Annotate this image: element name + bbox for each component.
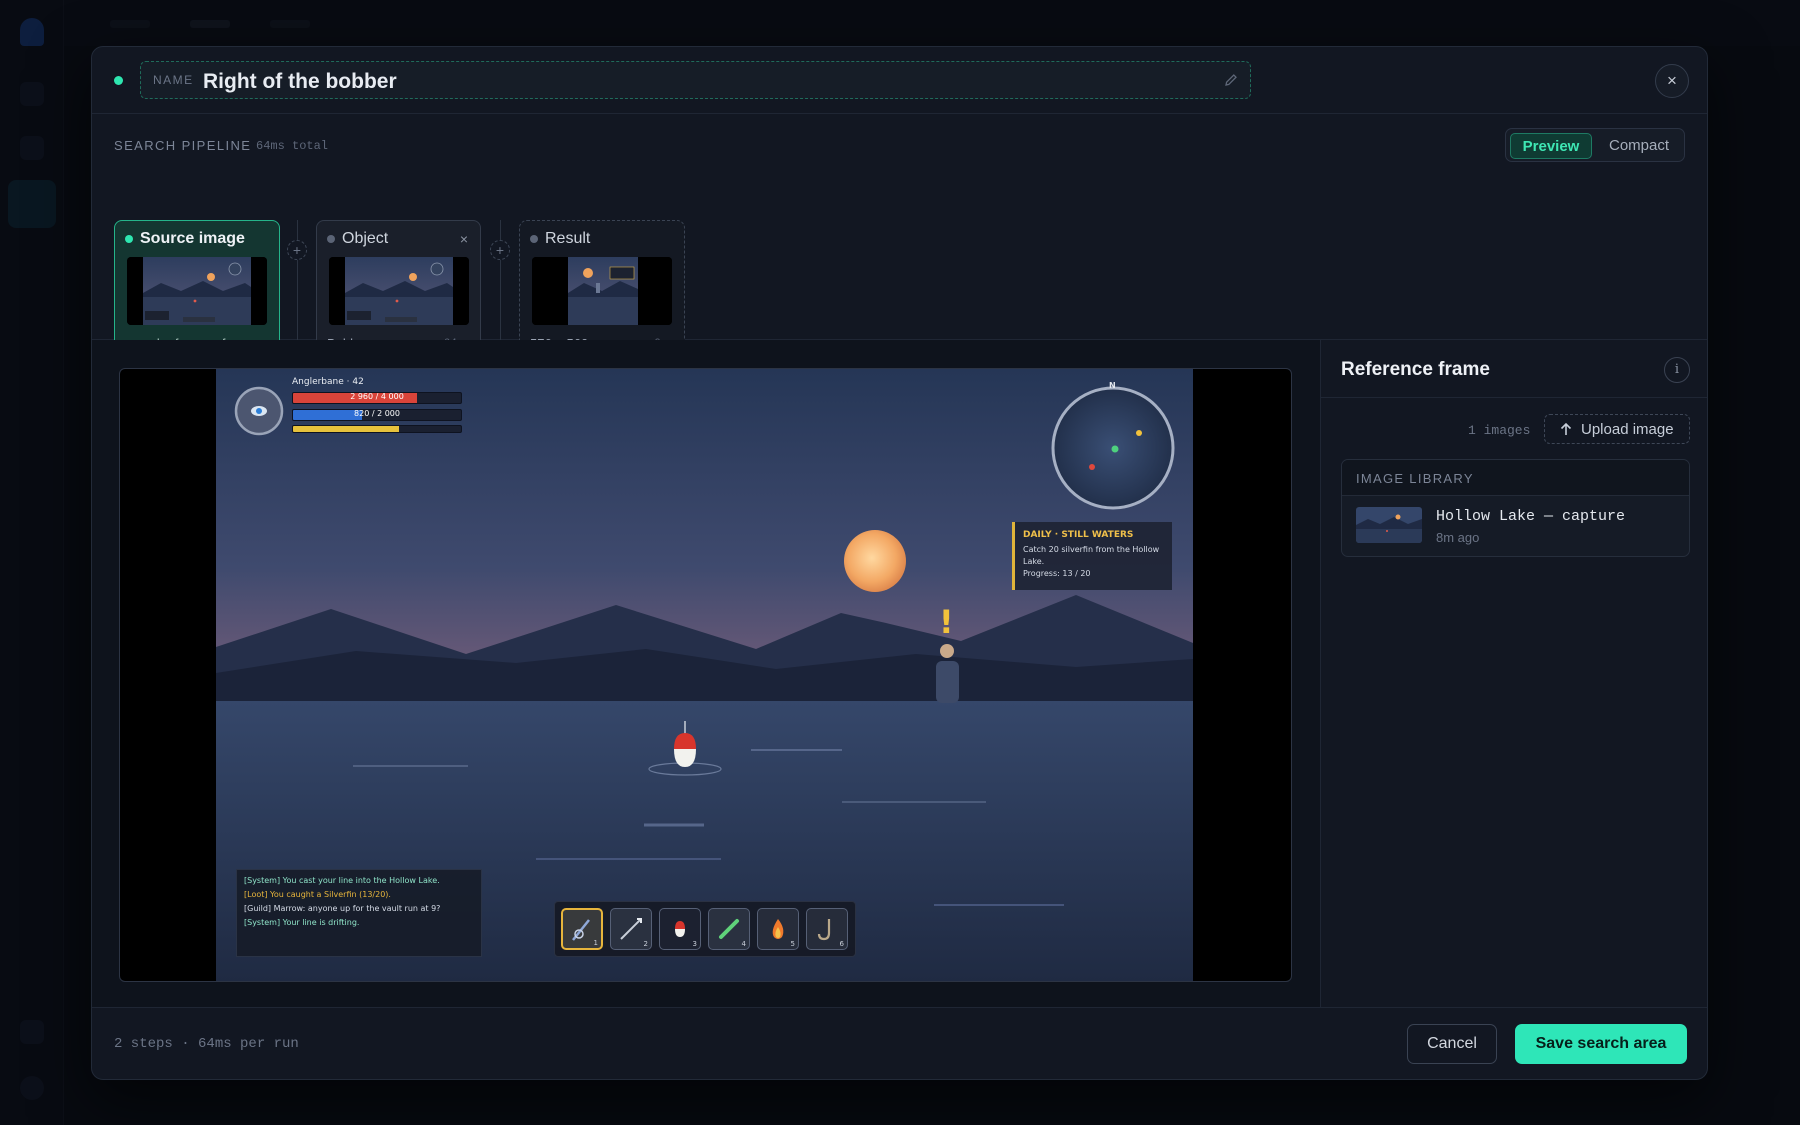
hotbar-slot-2[interactable]: 2 — [610, 908, 652, 950]
name-label: NAME — [153, 73, 194, 87]
status-dot — [114, 76, 123, 85]
step-title: Object — [342, 230, 389, 247]
cancel-button[interactable]: Cancel — [1407, 1024, 1497, 1064]
quest-alert-icon: ! — [939, 603, 954, 641]
add-step-button[interactable]: + — [490, 240, 510, 260]
chat-line: [System] Your line is drifting. — [244, 918, 360, 927]
hotbar: 1 2 3 4 5 6 — [554, 901, 856, 957]
health-text: 2 960 / 4 000 — [350, 392, 404, 401]
step-title: Result — [545, 230, 591, 247]
image-count: 1 images — [1468, 423, 1531, 438]
reference-panel: Reference frame i 1 images Upload image … — [1320, 340, 1707, 1007]
quest-body: Catch 20 silverfin from the Hollow Lake. — [1023, 545, 1160, 566]
mana-bar: 820 / 2 000 — [292, 409, 462, 421]
reference-panel-header: Reference frame i — [1321, 340, 1707, 398]
step-status-dot — [327, 235, 335, 243]
step-thumbnail — [532, 257, 672, 325]
pipeline-total: 64ms total — [256, 139, 329, 153]
chat-line: [Loot] You caught a Silverfin (13/20). — [244, 890, 391, 899]
library-item[interactable]: Hollow Lake — capture 8m ago — [1342, 496, 1689, 556]
image-library-header: IMAGE LIBRARY — [1342, 460, 1689, 496]
upload-arrow-icon — [1560, 422, 1572, 435]
dialog-header: NAME Right of the bobber × — [92, 47, 1707, 114]
health-bar: 2 960 / 4 000 — [292, 392, 462, 404]
step-status-dot — [125, 235, 133, 243]
reference-panel-title: Reference frame — [1341, 359, 1490, 380]
player-name: Anglerbane · 42 — [292, 377, 364, 387]
quest-title: DAILY · STILL WATERS — [1023, 530, 1134, 540]
quest-progress: Progress: 13 / 20 — [1023, 569, 1091, 578]
sun — [844, 530, 906, 592]
pipeline-title: SEARCH PIPELINE — [114, 138, 252, 153]
minimap — [1051, 386, 1175, 510]
step-thumbnail — [329, 257, 469, 325]
xp-bar — [292, 425, 462, 433]
pipeline-summary: 2 steps · 64ms per run — [114, 1036, 299, 1052]
quest-tracker: DAILY · STILL WATERS Catch 20 silverfin … — [1012, 522, 1172, 590]
info-icon[interactable]: i — [1664, 357, 1690, 383]
library-item-thumbnail — [1356, 507, 1422, 543]
chat-line: [Guild] Marrow: anyone up for the vault … — [244, 904, 441, 913]
hotbar-slot-fishing-rod[interactable]: 1 — [561, 908, 603, 950]
name-input[interactable]: Right of the bobber — [203, 70, 397, 94]
close-button[interactable]: × — [1655, 64, 1689, 98]
search-pipeline: SEARCH PIPELINE 64ms total Preview Compa… — [92, 114, 1707, 364]
save-search-area-button[interactable]: Save search area — [1515, 1024, 1687, 1064]
reference-image-canvas[interactable]: Anglerbane · 42 2 960 / 4 000 820 / 2 00… — [119, 368, 1292, 982]
hotbar-slot-4[interactable]: 4 — [708, 908, 750, 950]
compact-tab[interactable]: Compact — [1596, 133, 1682, 159]
preview-panel: Anglerbane · 42 2 960 / 4 000 820 / 2 00… — [92, 340, 1320, 1007]
remove-step-button[interactable]: × — [460, 231, 468, 247]
preview-tab[interactable]: Preview — [1510, 133, 1592, 159]
step-thumbnail — [127, 257, 267, 325]
hotbar-slot-6[interactable]: 6 — [806, 908, 848, 950]
compass-north: N — [1109, 381, 1116, 390]
add-step-button[interactable]: + — [287, 240, 307, 260]
name-field[interactable]: NAME Right of the bobber — [140, 61, 1251, 99]
search-area-dialog: NAME Right of the bobber × SEARCH PIPELI… — [91, 46, 1708, 1080]
image-library: IMAGE LIBRARY Hollow Lake — capture 8m a… — [1341, 459, 1690, 557]
view-toggle: Preview Compact — [1505, 128, 1685, 162]
hotbar-slot-3[interactable]: 3 — [659, 908, 701, 950]
dialog-footer: 2 steps · 64ms per run Cancel Save searc… — [92, 1007, 1707, 1079]
player-portrait — [234, 386, 284, 436]
library-item-time: 8m ago — [1436, 530, 1480, 545]
chat-line: [System] You cast your line into the Hol… — [244, 876, 440, 885]
game-screenshot: Anglerbane · 42 2 960 / 4 000 820 / 2 00… — [216, 369, 1193, 981]
step-title: Source image — [140, 230, 245, 247]
upload-image-button[interactable]: Upload image — [1544, 414, 1690, 444]
library-item-name: Hollow Lake — capture — [1436, 508, 1626, 525]
mana-text: 820 / 2 000 — [354, 409, 400, 418]
hotbar-slot-5[interactable]: 5 — [757, 908, 799, 950]
chat-log: [System] You cast your line into the Hol… — [236, 869, 482, 957]
pencil-icon[interactable] — [1222, 71, 1240, 89]
step-status-dot — [530, 235, 538, 243]
